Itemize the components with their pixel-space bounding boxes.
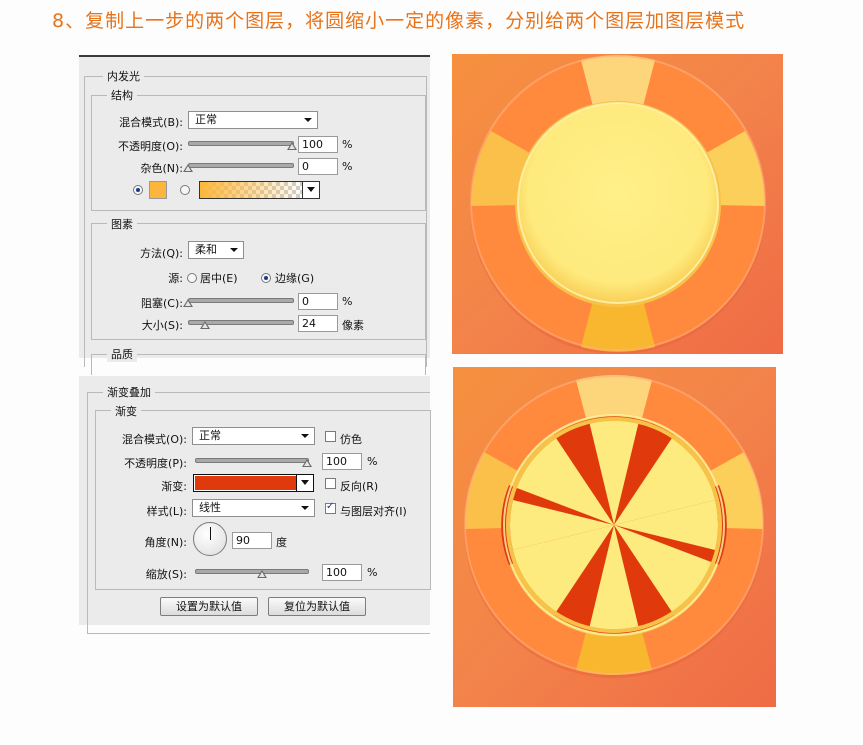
angle-unit: 度	[276, 536, 287, 549]
style-label: 样式(L):	[146, 505, 187, 518]
gradient-preview	[195, 476, 296, 490]
noise-input[interactable]: 0	[298, 158, 338, 175]
size-input[interactable]: 24	[298, 315, 338, 332]
go-blend-mode-label: 混合模式(O):	[122, 433, 187, 446]
scale-label: 缩放(S):	[145, 568, 187, 581]
size-label: 大小(S):	[141, 319, 183, 332]
style-value: 线性	[199, 501, 221, 514]
chevron-down-icon	[301, 480, 309, 485]
elements-title: 图素	[107, 216, 137, 232]
choke-slider-handle[interactable]	[183, 299, 193, 307]
gradient-group-title: 渐变	[111, 403, 141, 419]
technique-label: 方法(Q):	[140, 247, 183, 260]
source-center-radio[interactable]	[187, 273, 197, 283]
reverse-label[interactable]: 反向(R)	[340, 478, 378, 494]
dither-label[interactable]: 仿色	[340, 431, 362, 447]
noise-slider-handle[interactable]	[183, 164, 193, 172]
opacity-slider-handle[interactable]	[287, 142, 297, 150]
chevron-down-icon	[307, 187, 315, 192]
quality-group	[91, 354, 426, 375]
blend-mode-value: 正常	[195, 113, 217, 126]
blend-mode-select[interactable]: 正常	[188, 111, 318, 129]
glow-color-swatch[interactable]	[149, 181, 167, 199]
opacity-label: 不透明度(O):	[118, 140, 183, 153]
inner-glow-panel: 内发光 结构 混合模式(B): 正常 不透明度(O): 100 % 杂色(N):…	[79, 55, 430, 375]
go-opacity-label: 不透明度(P):	[124, 457, 187, 470]
structure-title: 结构	[107, 87, 137, 103]
source-center-label[interactable]: 居中(E)	[200, 270, 238, 286]
noise-unit: %	[342, 160, 353, 173]
go-opacity-input[interactable]: 100	[322, 453, 362, 470]
go-blend-mode-value: 正常	[199, 429, 221, 442]
chevron-down-icon	[304, 118, 312, 122]
noise-slider[interactable]	[188, 163, 294, 168]
gradient-picker[interactable]	[193, 474, 314, 492]
page-heading: 8、复制上一步的两个图层，将圆缩小一定的像素，分别给两个图层加图层模式	[52, 10, 746, 32]
technique-value: 柔和	[195, 243, 217, 256]
scale-slider[interactable]	[195, 569, 309, 574]
technique-select[interactable]: 柔和	[188, 241, 244, 259]
blend-mode-label: 混合模式(B):	[119, 116, 183, 129]
reverse-checkbox[interactable]	[325, 478, 336, 489]
align-with-layer-checkbox[interactable]	[325, 501, 336, 514]
glow-gradient-picker[interactable]	[199, 181, 320, 199]
opacity-slider[interactable]	[188, 141, 294, 146]
chevron-down-icon	[301, 506, 309, 510]
size-unit: 像素	[342, 319, 364, 332]
size-slider-handle[interactable]	[199, 321, 210, 329]
angle-dial[interactable]	[193, 522, 227, 556]
opacity-unit: %	[342, 138, 353, 151]
quality-title: 品质	[107, 346, 137, 362]
choke-unit: %	[342, 295, 353, 308]
go-blend-mode-select[interactable]: 正常	[192, 427, 315, 445]
make-default-button[interactable]: 设置为默认值	[160, 597, 258, 616]
gradient-overlay-title: 渐变叠加	[103, 384, 155, 400]
gradient-radio[interactable]	[180, 185, 190, 195]
source-edge-label[interactable]: 边缘(G)	[275, 270, 314, 286]
angle-dial-needle	[210, 527, 211, 540]
chevron-down-icon	[301, 434, 309, 438]
scale-unit: %	[367, 566, 378, 579]
chevron-down-icon	[230, 248, 238, 252]
gradient-label: 渐变:	[161, 480, 187, 493]
noise-label: 杂色(N):	[140, 162, 183, 175]
ring-preview-gradient-overlay	[453, 367, 776, 707]
style-select[interactable]: 线性	[192, 499, 315, 517]
angle-input[interactable]: 90	[232, 532, 272, 549]
choke-label: 阻塞(C):	[141, 297, 183, 310]
go-opacity-slider[interactable]	[195, 458, 309, 463]
choke-input[interactable]: 0	[298, 293, 338, 310]
inner-glow-title: 内发光	[103, 68, 144, 84]
reset-default-button[interactable]: 复位为默认值	[268, 597, 366, 616]
choke-slider[interactable]	[188, 298, 294, 303]
scale-slider-handle[interactable]	[257, 570, 268, 578]
solid-color-radio[interactable]	[133, 185, 143, 195]
dither-checkbox[interactable]	[325, 431, 336, 442]
opacity-input[interactable]: 100	[298, 136, 338, 153]
go-opacity-unit: %	[367, 455, 378, 468]
ring-preview-inner-glow	[452, 54, 783, 354]
source-edge-radio[interactable]	[261, 273, 271, 283]
gradient-overlay-panel: 渐变叠加 渐变 混合模式(O): 正常 仿色 不透明度(P): 100 % 渐变…	[79, 376, 431, 634]
go-opacity-slider-handle[interactable]	[302, 459, 312, 467]
angle-label: 角度(N):	[144, 536, 187, 549]
scale-input[interactable]: 100	[322, 564, 362, 581]
source-label: 源:	[168, 272, 183, 285]
align-with-layer-label[interactable]: 与图层对齐(I)	[340, 503, 407, 519]
